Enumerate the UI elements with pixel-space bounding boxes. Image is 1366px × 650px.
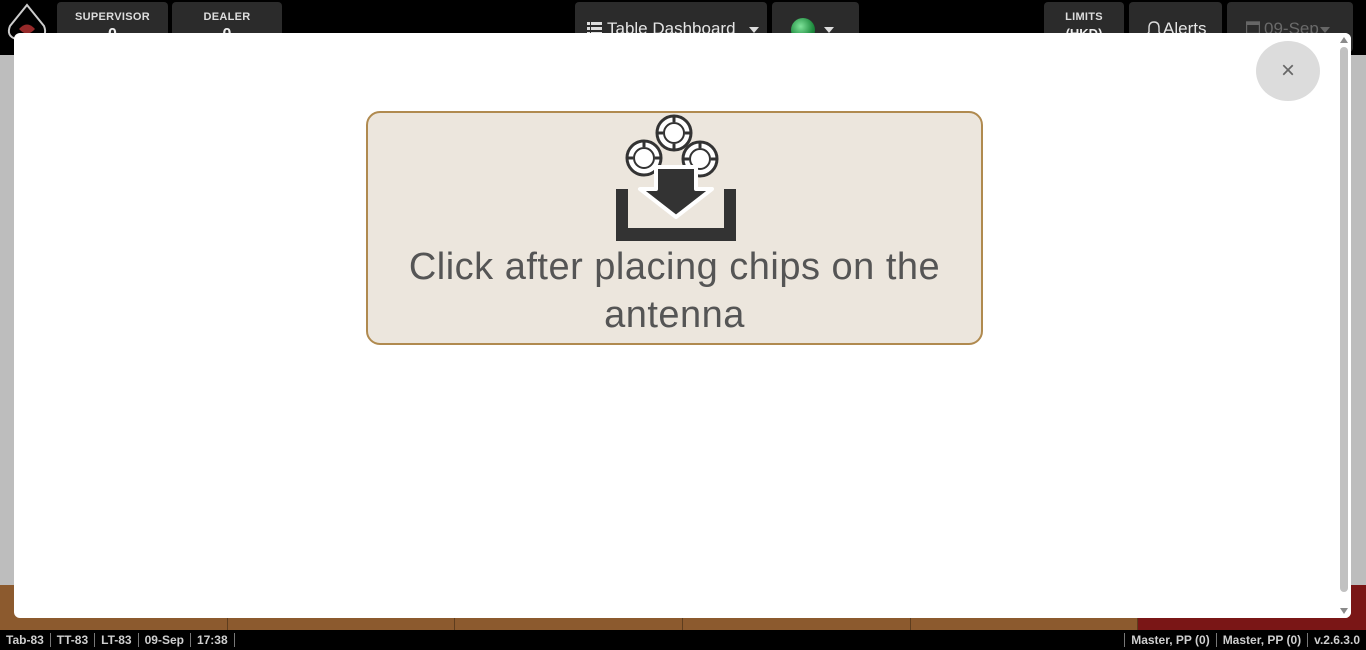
footer-table-id: Tab-83 bbox=[0, 633, 51, 647]
place-chips-confirm-button[interactable]: Click after placing chips on the antenna bbox=[366, 111, 983, 345]
footer-user-1: Master, PP (0) bbox=[1124, 633, 1215, 647]
footer-limit-table: LT-83 bbox=[95, 633, 139, 647]
scroll-up-arrow-icon[interactable] bbox=[1340, 37, 1348, 43]
supervisor-label: SUPERVISOR bbox=[75, 11, 150, 23]
footer-table-type: TT-83 bbox=[51, 633, 96, 647]
calendar-icon bbox=[1246, 21, 1260, 34]
status-footer: Tab-83 TT-83 LT-83 09-Sep 17:38 Master, … bbox=[0, 630, 1366, 650]
dealer-label: DEALER bbox=[203, 11, 251, 23]
close-button[interactable]: × bbox=[1256, 41, 1320, 101]
scrollbar-thumb[interactable] bbox=[1340, 47, 1348, 592]
footer-user-2: Master, PP (0) bbox=[1215, 633, 1307, 647]
deposit-modal: × Click after placing chips on the anten… bbox=[14, 33, 1351, 618]
scroll-down-arrow-icon[interactable] bbox=[1340, 608, 1348, 614]
footer-right-info: Master, PP (0) Master, PP (0) v.2.6.3.0 bbox=[1124, 630, 1366, 650]
footer-date: 09-Sep bbox=[139, 633, 191, 647]
footer-version: v.2.6.3.0 bbox=[1307, 633, 1366, 647]
limits-label: LIMITS bbox=[1065, 11, 1103, 23]
deposit-instruction-text: Click after placing chips on the antenna bbox=[408, 246, 941, 336]
modal-scrollbar[interactable] bbox=[1337, 33, 1351, 618]
chips-into-tray-icon bbox=[616, 114, 736, 241]
footer-time: 17:38 bbox=[191, 633, 235, 647]
footer-left-info: Tab-83 TT-83 LT-83 09-Sep 17:38 bbox=[0, 630, 235, 650]
